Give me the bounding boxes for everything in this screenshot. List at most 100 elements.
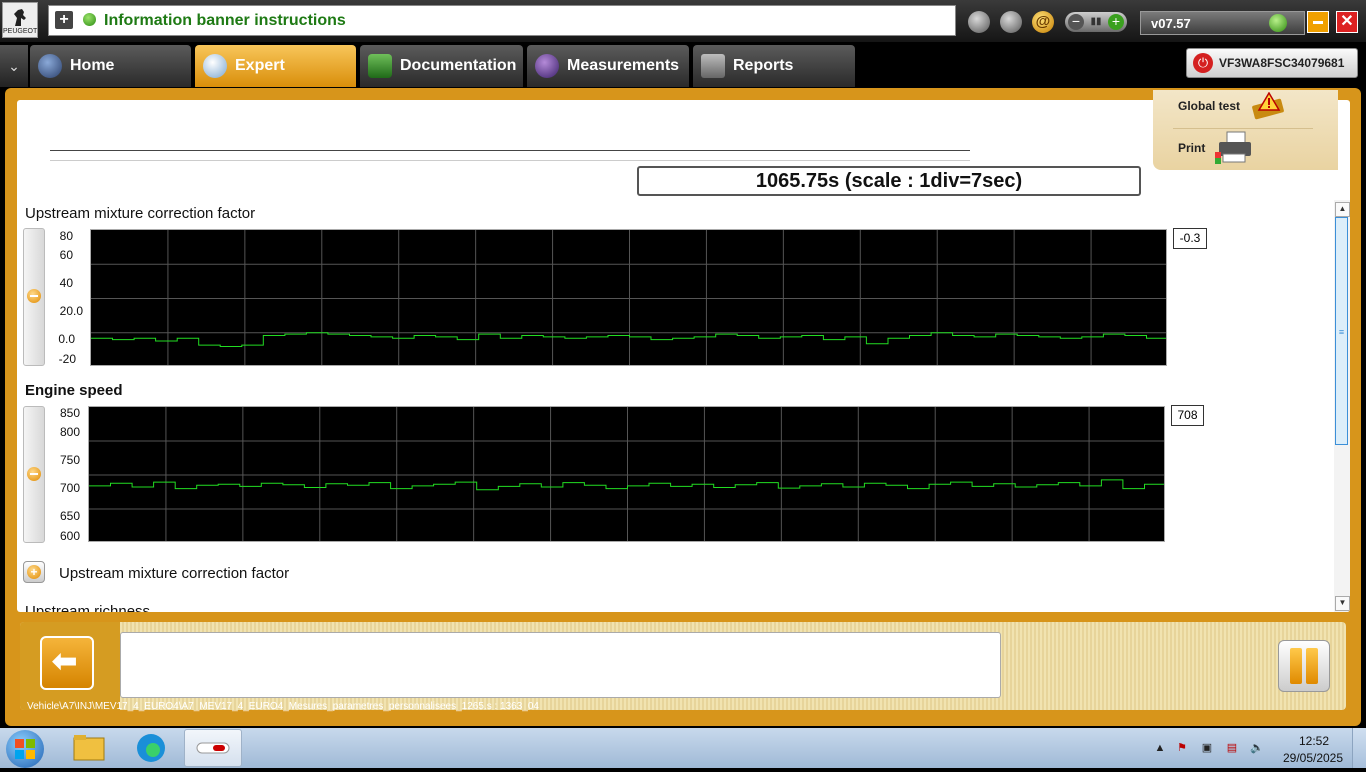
tab-label: Expert <box>235 57 285 74</box>
y-tick: -20 <box>58 352 76 366</box>
scroll-up-icon[interactable]: ▲ <box>1335 202 1350 217</box>
user-icon[interactable] <box>1000 11 1022 33</box>
version-panel: v07.57 <box>1140 11 1305 35</box>
edge-icon <box>137 734 165 762</box>
peugeot-logo: PEUGEOT <box>2 2 38 38</box>
version-label: v07.57 <box>1151 16 1191 31</box>
measurement-panel: 1065.75s (scale : 1div=7sec) Upstream mi… <box>17 100 1350 612</box>
y-tick: 850 <box>59 406 80 420</box>
zoom-bars-icon: ▮▮ <box>1090 16 1102 27</box>
clock-time[interactable]: 12:52 <box>1284 734 1344 748</box>
download-icon[interactable] <box>968 11 990 33</box>
param-title: Upstream richness <box>25 603 151 612</box>
email-icon[interactable]: @ <box>1032 11 1054 33</box>
network-icon[interactable]: ▤ <box>1225 741 1239 755</box>
printer-icon[interactable] <box>1213 130 1255 166</box>
edge-browser-button[interactable] <box>122 729 180 767</box>
divider <box>50 160 970 161</box>
logo-text: PEUGEOT <box>3 28 38 35</box>
magnifier-icon <box>203 54 227 78</box>
tab-measurements[interactable]: Measurements <box>527 45 689 87</box>
diagnostic-app-button[interactable] <box>184 729 242 767</box>
tab-expert[interactable]: Expert <box>195 45 356 87</box>
clock-date[interactable]: 29/05/2025 <box>1280 751 1346 765</box>
current-value: -0.3 <box>1173 228 1207 249</box>
engine-speed-chart <box>88 406 1165 542</box>
close-button[interactable]: ✕ <box>1336 11 1358 33</box>
y-tick: 650 <box>59 509 80 523</box>
volume-icon[interactable]: 🔈 <box>1250 741 1264 755</box>
collapse-icon[interactable] <box>27 289 41 303</box>
y-tick: 80 <box>59 229 73 243</box>
zoom-out-icon[interactable]: − <box>1068 14 1084 30</box>
tab-reports[interactable]: Reports <box>693 45 855 87</box>
message-box <box>120 632 1001 698</box>
device-icon[interactable]: ▣ <box>1200 741 1214 755</box>
action-panel: Global test Print <box>1153 90 1338 170</box>
time-scale-display: 1065.75s (scale : 1div=7sec) <box>637 166 1141 196</box>
y-tick: 60 <box>59 248 73 262</box>
param-title: Engine speed <box>25 382 123 399</box>
diagnostic-app-icon <box>196 742 230 754</box>
flag-icon[interactable]: ⚑ <box>1175 741 1189 755</box>
tab-label: Documentation <box>400 57 517 74</box>
folder-icon <box>73 735 105 761</box>
warning-icon[interactable] <box>1251 92 1287 122</box>
home-icon <box>38 54 62 78</box>
status-ok-icon <box>83 13 96 26</box>
book-icon <box>368 54 392 78</box>
connection-led-icon <box>1269 14 1287 32</box>
vertical-scrollbar[interactable]: ▲ ≡ ▼ <box>1334 200 1350 612</box>
windows-taskbar: ▲ ⚑ ▣ ▤ 🔈 12:52 29/05/2025 <box>0 728 1366 768</box>
global-test-label[interactable]: Global test <box>1178 99 1240 113</box>
vin-text: VF3WA8FSC34079681 <box>1219 56 1345 70</box>
y-tick: 700 <box>59 481 80 495</box>
collapse-icon[interactable] <box>27 467 41 481</box>
vin-badge[interactable]: ⏻ VF3WA8FSC34079681 <box>1186 48 1358 78</box>
scroll-down-icon[interactable]: ▼ <box>1335 596 1350 611</box>
current-value: 708 <box>1171 405 1204 426</box>
scroll-thumb[interactable]: ≡ <box>1335 217 1348 445</box>
info-banner: + Information banner instructions <box>48 5 956 36</box>
y-tick: 0.0 <box>58 332 75 346</box>
document-icon <box>701 54 725 78</box>
power-icon[interactable]: ⏻ <box>1193 53 1213 73</box>
param-title: Upstream mixture correction factor <box>59 565 290 582</box>
expand-param-button[interactable]: + <box>23 561 45 583</box>
file-explorer-button[interactable] <box>60 729 118 767</box>
waveform-icon <box>535 54 559 78</box>
param-scale-slider[interactable] <box>23 406 45 543</box>
tab-documentation[interactable]: Documentation <box>360 45 523 87</box>
system-tray: ▲ ⚑ ▣ ▤ 🔈 <box>1150 728 1270 768</box>
y-tick: 600 <box>59 529 80 543</box>
y-tick: 40 <box>59 276 73 290</box>
show-desktop-button[interactable] <box>1352 728 1366 768</box>
back-button[interactable]: ⬅ <box>40 636 94 690</box>
arrow-left-icon: ⬅ <box>52 645 78 678</box>
zoom-in-icon[interactable]: + <box>1108 14 1124 30</box>
y-tick: 800 <box>59 425 80 439</box>
expand-banner-icon[interactable]: + <box>55 11 73 29</box>
banner-text: Information banner instructions <box>104 12 346 29</box>
windows-logo-icon <box>15 739 35 759</box>
divider <box>1173 128 1313 129</box>
divider <box>50 150 970 151</box>
minimize-button[interactable] <box>1307 11 1329 33</box>
top-bar: PEUGEOT + Information banner instruction… <box>0 0 1366 42</box>
zoom-control[interactable]: − ▮▮ + <box>1065 12 1127 32</box>
tab-home[interactable]: Home <box>30 45 191 87</box>
lion-icon <box>14 9 26 26</box>
path-bar: Vehicle\A7\INJ\MEV17_4_EURO4\A7_MEV17_4_… <box>20 700 1346 714</box>
y-tick: 20.0 <box>59 304 83 318</box>
start-button[interactable] <box>6 730 44 768</box>
show-hidden-icon[interactable]: ▲ <box>1153 741 1167 755</box>
y-tick: 750 <box>59 453 80 467</box>
pause-button[interactable] <box>1278 640 1330 692</box>
pause-icon <box>1290 648 1302 684</box>
print-label[interactable]: Print <box>1178 141 1205 155</box>
file-path: Vehicle\A7\INJ\MEV17_4_EURO4\A7_MEV17_4_… <box>27 701 539 712</box>
param-title: Upstream mixture correction factor <box>25 205 256 222</box>
tab-label: Reports <box>733 57 794 74</box>
bottom-left-panel: ⬅ <box>20 622 120 710</box>
chevron-down-icon[interactable]: ⌄ <box>0 45 28 87</box>
